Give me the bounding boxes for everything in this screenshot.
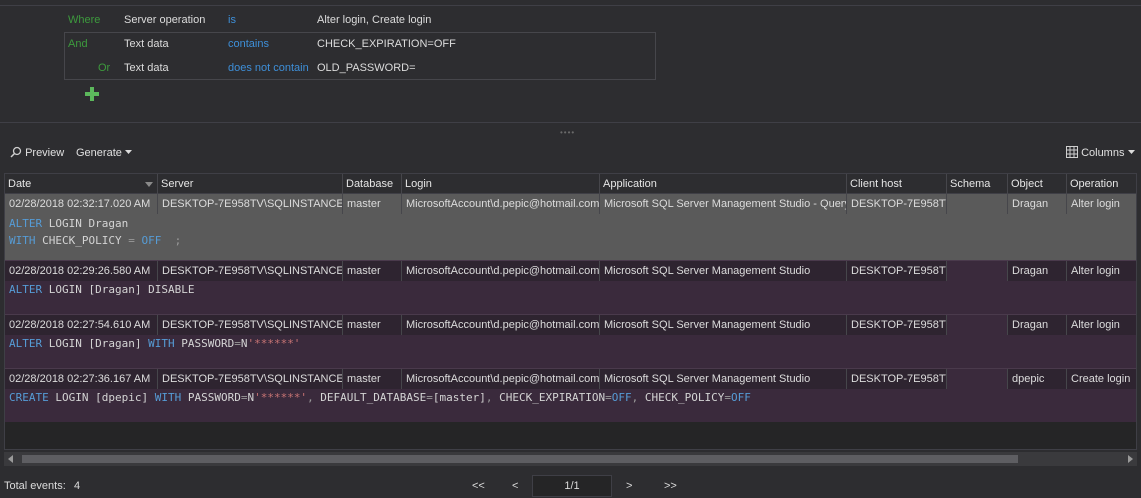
cell-login: MicrosoftAccount\d.pepic@hotmail.com: [402, 369, 600, 389]
column-header-schema[interactable]: Schema: [947, 174, 1008, 194]
cell-operation: Alter login: [1067, 315, 1136, 335]
cell-login: MicrosoftAccount\d.pepic@hotmail.com: [402, 315, 600, 335]
column-header-login[interactable]: Login: [402, 174, 600, 194]
generate-button[interactable]: Generate: [76, 142, 132, 164]
splitter-grip[interactable]: ••••: [560, 128, 575, 137]
scrollbar-thumb[interactable]: [22, 455, 1018, 463]
column-header-date[interactable]: Date: [5, 174, 158, 194]
page-input[interactable]: 1/1: [532, 475, 612, 497]
cell-client-host: DESKTOP-7E958TV: [847, 261, 947, 281]
filter-panel: Where Server operation is Alter login, C…: [0, 5, 1141, 123]
cell-object: dpepic: [1008, 369, 1067, 389]
cell-database: master: [343, 261, 402, 281]
generate-label: Generate: [76, 147, 122, 159]
total-events-count: 4: [74, 480, 81, 492]
filter-conj-or[interactable]: Or: [98, 56, 110, 80]
cell-server: DESKTOP-7E958TV\SQLINSTANCE01: [158, 369, 343, 389]
total-events-label: Total events:: [4, 480, 66, 492]
filter-field[interactable]: Text data: [124, 32, 169, 56]
cell-client-host: DESKTOP-7E958TV: [847, 315, 947, 335]
first-page-button[interactable]: <<: [472, 474, 485, 498]
cell-server: DESKTOP-7E958TV\SQLINSTANCE01: [158, 194, 343, 214]
search-icon: [10, 146, 22, 158]
filter-field[interactable]: Server operation: [124, 8, 205, 32]
cell-server: DESKTOP-7E958TV\SQLINSTANCE01: [158, 261, 343, 281]
filter-operator[interactable]: is: [228, 8, 236, 32]
preview-button[interactable]: Preview: [10, 142, 64, 164]
cell-object: Dragan: [1008, 194, 1067, 214]
cell-object: Dragan: [1008, 315, 1067, 335]
columns-label: Columns: [1081, 147, 1125, 159]
prev-page-button[interactable]: <: [512, 474, 518, 498]
column-header-client-host[interactable]: Client host: [847, 174, 947, 194]
cell-schema: [947, 369, 1008, 389]
cell-schema: [947, 261, 1008, 281]
table-row[interactable]: 02/28/2018 02:32:17.020 AM DESKTOP-7E958…: [5, 194, 1136, 260]
filter-field[interactable]: Text data: [124, 56, 169, 80]
column-header-application[interactable]: Application: [600, 174, 847, 194]
cell-operation: Create login: [1067, 369, 1136, 389]
last-page-button[interactable]: >>: [664, 474, 677, 498]
cell-date: 02/28/2018 02:29:26.580 AM: [5, 261, 158, 281]
cell-login: MicrosoftAccount\d.pepic@hotmail.com: [402, 194, 600, 214]
filter-conj-where[interactable]: Where: [68, 8, 100, 32]
column-header-server[interactable]: Server: [158, 174, 343, 194]
cell-operation: Alter login: [1067, 261, 1136, 281]
preview-label: Preview: [25, 147, 65, 159]
horizontal-scrollbar[interactable]: [4, 452, 1137, 466]
table-row[interactable]: 02/28/2018 02:27:36.167 AM DESKTOP-7E958…: [5, 368, 1136, 422]
cell-database: master: [343, 315, 402, 335]
sql-text: CREATE LOGIN [dpepic] WITH PASSWORD=N'**…: [9, 391, 751, 404]
cell-application: Microsoft SQL Server Management Studio: [600, 261, 847, 281]
filter-value[interactable]: OLD_PASSWORD=: [317, 56, 416, 80]
toolbar: Preview Generate Columns: [0, 142, 1141, 164]
column-header-database[interactable]: Database: [343, 174, 402, 194]
filter-operator[interactable]: does not contain: [228, 56, 309, 80]
grid-header: Date Server Database Login Application C…: [5, 174, 1136, 194]
cell-application: Microsoft SQL Server Management Studio: [600, 315, 847, 335]
cell-object: Dragan: [1008, 261, 1067, 281]
cell-date: 02/28/2018 02:27:54.610 AM: [5, 315, 158, 335]
events-grid: Date Server Database Login Application C…: [4, 173, 1137, 450]
add-condition-icon[interactable]: [84, 86, 100, 102]
cell-client-host: DESKTOP-7E958TV: [847, 369, 947, 389]
cell-date: 02/28/2018 02:32:17.020 AM: [5, 194, 158, 214]
cell-database: master: [343, 194, 402, 214]
sort-desc-icon: [145, 182, 153, 187]
cell-database: master: [343, 369, 402, 389]
next-page-button[interactable]: >: [626, 474, 632, 498]
status-bar: Total events: 4 << < 1/1 > >>: [0, 474, 1141, 498]
column-header-object[interactable]: Object: [1008, 174, 1067, 194]
table-row[interactable]: 02/28/2018 02:29:26.580 AM DESKTOP-7E958…: [5, 260, 1136, 314]
chevron-down-icon: [1127, 150, 1135, 154]
filter-conj-and[interactable]: And: [68, 32, 88, 56]
cell-operation: Alter login: [1071, 198, 1120, 210]
cell-application: Microsoft SQL Server Management Studio -…: [600, 194, 847, 214]
column-header-operation[interactable]: Operation: [1067, 174, 1136, 194]
cell-schema: [947, 194, 1008, 214]
columns-icon: [1066, 146, 1078, 158]
sql-text: ALTER LOGIN Dragan WITH CHECK_POLICY = O…: [9, 217, 182, 247]
scroll-right-icon[interactable]: [1128, 455, 1133, 463]
filter-operator[interactable]: contains: [228, 32, 269, 56]
cell-application: Microsoft SQL Server Management Studio: [600, 369, 847, 389]
sql-text: ALTER LOGIN [Dragan] WITH PASSWORD=N'***…: [9, 337, 301, 350]
cell-date: 02/28/2018 02:27:36.167 AM: [5, 369, 158, 389]
scroll-left-icon[interactable]: [8, 455, 13, 463]
cell-login: MicrosoftAccount\d.pepic@hotmail.com: [402, 261, 600, 281]
filter-value[interactable]: Alter login, Create login: [317, 8, 431, 32]
columns-button[interactable]: Columns: [1066, 142, 1135, 164]
sql-text: ALTER LOGIN [Dragan] DISABLE: [9, 283, 195, 296]
filter-value[interactable]: CHECK_EXPIRATION=OFF: [317, 32, 456, 56]
cell-schema: [947, 315, 1008, 335]
chevron-down-icon: [124, 150, 132, 154]
table-row[interactable]: 02/28/2018 02:27:54.610 AM DESKTOP-7E958…: [5, 314, 1136, 368]
cell-client-host: DESKTOP-7E958TV: [847, 194, 947, 214]
cell-server: DESKTOP-7E958TV\SQLINSTANCE01: [158, 315, 343, 335]
